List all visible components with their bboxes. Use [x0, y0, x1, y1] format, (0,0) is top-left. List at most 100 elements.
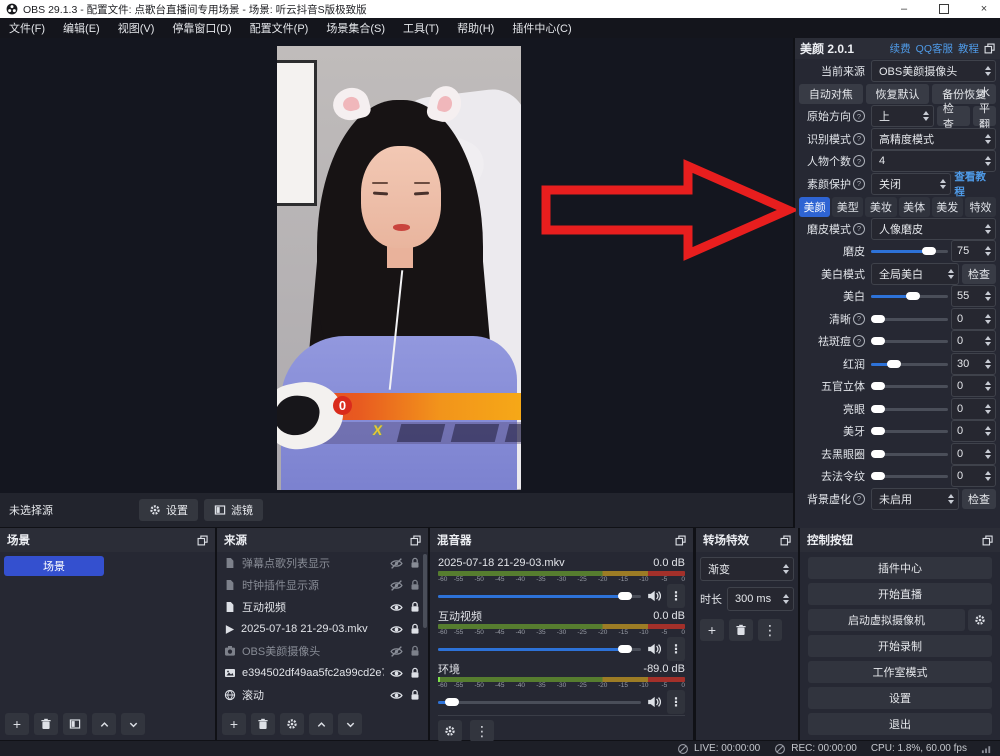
eye-off-icon[interactable]	[390, 579, 403, 592]
popout-icon[interactable]	[780, 535, 791, 546]
bright-eyes-value-spinner[interactable]: 0	[951, 398, 996, 420]
lock-icon[interactable]	[409, 645, 421, 657]
eye-icon[interactable]	[390, 689, 403, 702]
clarity-value-spinner[interactable]: 0	[951, 308, 996, 330]
start-streaming-button[interactable]: 开始直播	[808, 583, 992, 605]
tab-beauty[interactable]: 美颜	[799, 197, 830, 217]
source-row[interactable]: 2025-07-18 21-29-03.mkv	[217, 618, 428, 640]
renew-link[interactable]: 续费	[890, 41, 911, 56]
menu-view[interactable]: 视图(V)	[109, 18, 164, 38]
menu-help[interactable]: 帮助(H)	[448, 18, 503, 38]
remove-scene-button[interactable]	[34, 713, 58, 735]
lock-icon[interactable]	[409, 623, 421, 635]
remove-transition-button[interactable]	[729, 619, 753, 641]
source-settings-button[interactable]: 设置	[139, 499, 198, 521]
orientation-select[interactable]: 上	[871, 105, 934, 127]
popout-icon[interactable]	[410, 535, 421, 546]
popout-icon[interactable]	[984, 43, 995, 54]
menu-tools[interactable]: 工具(T)	[394, 18, 448, 38]
current-source-select[interactable]: OBS美颜摄像头	[871, 60, 996, 82]
rosy-value-spinner[interactable]: 30	[951, 353, 996, 375]
preview-video[interactable]: 0 X	[277, 46, 521, 490]
lock-icon[interactable]	[409, 689, 421, 701]
advanced-audio-button[interactable]	[438, 720, 462, 742]
smooth-mode-select[interactable]: 人像磨皮	[871, 218, 996, 240]
features-value-spinner[interactable]: 0	[951, 375, 996, 397]
volume-slider[interactable]	[438, 698, 641, 706]
popout-icon[interactable]	[197, 535, 208, 546]
whiten-mode-select[interactable]: 全局美白	[871, 263, 959, 285]
settings-button[interactable]: 设置	[808, 687, 992, 709]
smooth-value-spinner[interactable]: 75	[951, 240, 996, 262]
track-menu-button[interactable]: ⋮	[667, 637, 685, 661]
speaker-icon[interactable]	[647, 695, 661, 709]
nasolabial-slider[interactable]	[871, 472, 948, 480]
reset-default-button[interactable]: 恢复默认	[866, 84, 930, 104]
eye-icon[interactable]	[390, 601, 403, 614]
volume-slider[interactable]	[438, 592, 641, 600]
source-row[interactable]: 互动视频	[217, 596, 428, 618]
nasolabial-value-spinner[interactable]: 0	[951, 465, 996, 487]
virtual-camera-settings-button[interactable]	[968, 609, 992, 631]
autofocus-button[interactable]: 自动对焦	[799, 84, 863, 104]
scene-up-button[interactable]	[92, 713, 116, 735]
transition-menu-button[interactable]: ⋮	[758, 619, 782, 641]
track-menu-button[interactable]: ⋮	[667, 584, 685, 608]
teeth-value-spinner[interactable]: 0	[951, 420, 996, 442]
whiten-value-spinner[interactable]: 55	[951, 285, 996, 307]
lock-icon[interactable]	[409, 579, 421, 591]
view-tutorial-link[interactable]: 查看教程	[954, 169, 996, 199]
menu-file[interactable]: 文件(F)	[0, 18, 54, 38]
mixer-menu-button[interactable]: ⋮	[470, 720, 494, 742]
menu-edit[interactable]: 编辑(E)	[54, 18, 109, 38]
blemish-slider[interactable]	[871, 337, 948, 345]
tab-effects[interactable]: 特效	[965, 197, 996, 217]
detect-mode-select[interactable]: 高精度模式	[871, 128, 996, 150]
bright-eyes-slider[interactable]	[871, 405, 948, 413]
source-row[interactable]: 弹幕点歌列表显示	[217, 552, 428, 574]
source-filters-button[interactable]: 滤镜	[204, 499, 263, 521]
lock-icon[interactable]	[409, 557, 421, 569]
tab-body[interactable]: 美体	[899, 197, 930, 217]
lock-icon[interactable]	[409, 667, 421, 679]
add-source-button[interactable]: +	[222, 713, 246, 735]
tutorial-link[interactable]: 教程	[958, 41, 979, 56]
rosy-slider[interactable]	[871, 360, 948, 368]
eye-icon[interactable]	[390, 623, 403, 636]
start-recording-button[interactable]: 开始录制	[808, 635, 992, 657]
scene-filters-button[interactable]	[63, 713, 87, 735]
bg-blur-check-button[interactable]: 检查	[962, 489, 996, 509]
add-transition-button[interactable]: +	[700, 619, 724, 641]
exit-button[interactable]: 退出	[808, 713, 992, 735]
tab-hair[interactable]: 美发	[932, 197, 963, 217]
speaker-icon[interactable]	[647, 642, 661, 656]
preview-canvas[interactable]: 0 X	[0, 38, 793, 493]
minimize-button[interactable]: –	[896, 1, 912, 17]
eye-off-icon[interactable]	[390, 645, 403, 658]
lock-icon[interactable]	[409, 601, 421, 613]
bg-blur-select[interactable]: 未启用	[871, 488, 959, 510]
smooth-slider[interactable]	[871, 247, 948, 255]
remove-source-button[interactable]	[251, 713, 275, 735]
no-makeup-protect-select[interactable]: 关闭	[871, 173, 951, 195]
popout-icon[interactable]	[982, 535, 993, 546]
whiten-check-button[interactable]: 检查	[962, 264, 996, 284]
source-down-button[interactable]	[338, 713, 362, 735]
dark-circles-value-spinner[interactable]: 0	[951, 443, 996, 465]
maximize-button[interactable]	[936, 1, 952, 17]
menu-profile[interactable]: 配置文件(P)	[241, 18, 318, 38]
source-row[interactable]: e394502df49aa5fc2a99cd2e7c	[217, 662, 428, 684]
transition-select[interactable]: 渐变	[700, 557, 794, 581]
whiten-slider[interactable]	[871, 292, 948, 300]
start-virtual-camera-button[interactable]: 启动虚拟摄像机	[808, 609, 965, 631]
eye-off-icon[interactable]	[390, 557, 403, 570]
scene-item-selected[interactable]: 场景	[4, 556, 104, 576]
horizontal-flip-button[interactable]: 水平翻转	[973, 106, 996, 126]
source-row[interactable]: OBS美颜摄像头	[217, 640, 428, 662]
scene-down-button[interactable]	[121, 713, 145, 735]
orientation-check-button[interactable]: 检查	[937, 106, 970, 126]
popout-icon[interactable]	[675, 535, 686, 546]
add-scene-button[interactable]: +	[5, 713, 29, 735]
menu-scene-collection[interactable]: 场景集合(S)	[317, 18, 394, 38]
duration-spinner[interactable]: 300 ms	[727, 587, 794, 611]
